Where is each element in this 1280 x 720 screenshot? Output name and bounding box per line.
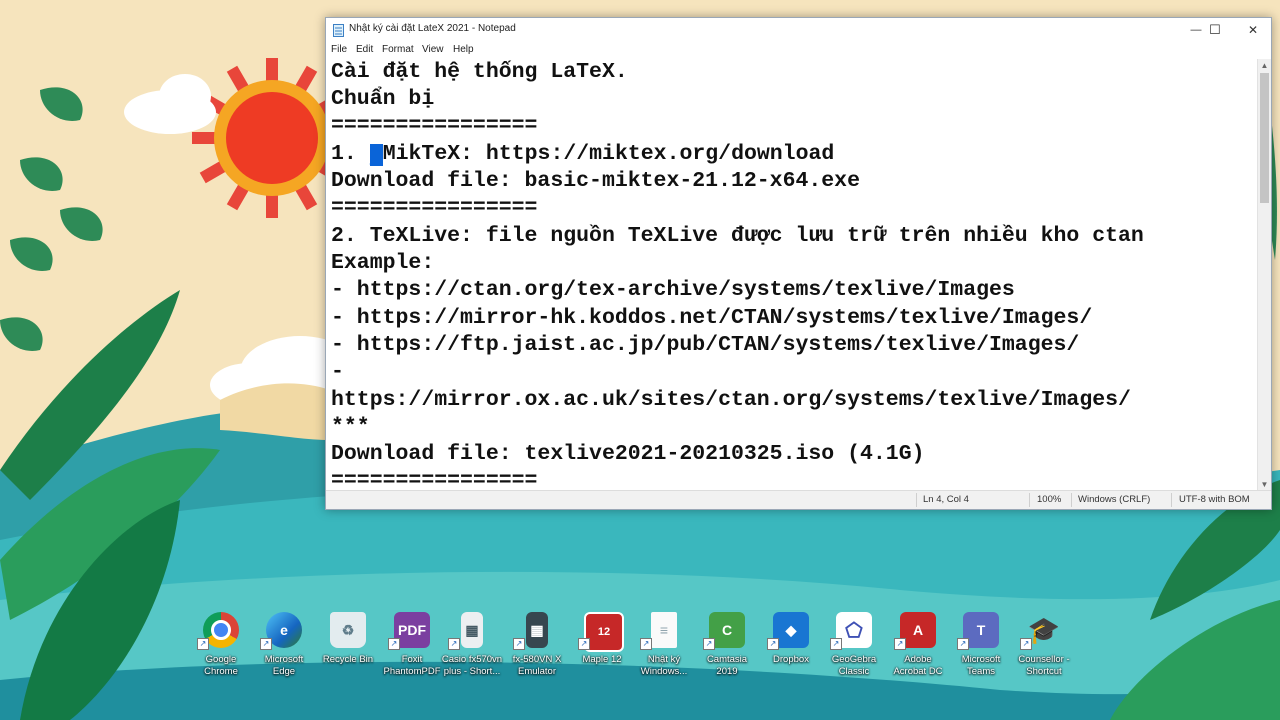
status-divider <box>1029 493 1030 507</box>
status-divider <box>916 493 917 507</box>
shortcut-arrow-icon: ↗ <box>1020 638 1032 650</box>
shortcut-arrow-icon: ↗ <box>260 638 272 650</box>
editor-line: ================ <box>331 114 538 138</box>
status-divider <box>1071 493 1072 507</box>
status-divider <box>1171 493 1172 507</box>
editor-line: - <box>331 360 344 384</box>
text-editor[interactable]: Cài đặt hệ thống LaTeX. Chuẩn bị =======… <box>326 59 1256 491</box>
notepad-icon <box>333 24 344 37</box>
desktop-icon-fx-580vn-x-emulator[interactable]: ▦ ↗ fx-580VN X Emulator <box>505 610 569 690</box>
desktop-icons: ↗ Google Chrome e ↗ Microsoft Edge ♻ Recyc… <box>197 610 1080 690</box>
text-selection: _ <box>369 144 383 169</box>
shortcut-arrow-icon: ↗ <box>703 638 715 650</box>
line-ending: Windows (CRLF) <box>1078 494 1151 505</box>
zoom-level: 100% <box>1037 494 1062 505</box>
editor-line: - https://ftp.jaist.ac.jp/pub/CTAN/syste… <box>331 333 1080 357</box>
desktop-icon-foxit-phantompdf[interactable]: PDF ↗ Foxit PhantomPDF <box>380 610 444 690</box>
desktop-icon-microsoft-teams[interactable]: T ↗ Microsoft Teams <box>949 610 1013 690</box>
editor-line: https://mirror.ox.ac.uk/sites/ctan.org/s… <box>331 388 1131 412</box>
desktop-icon-adobe-acrobat-dc[interactable]: A ↗ Adobe Acrobat DC <box>886 610 950 690</box>
recycle-bin-icon: ♻ <box>330 612 366 648</box>
desktop: Nhật ký cài đặt LateX 2021 - Notepad — ☐… <box>0 0 1280 720</box>
shortcut-arrow-icon: ↗ <box>578 638 590 650</box>
desktop-icon-recycle-bin[interactable]: ♻ Recycle Bin <box>316 610 380 690</box>
editor-line: Example: <box>331 251 435 275</box>
maximize-icon: ☐ <box>1209 22 1221 37</box>
calculator-icon: ▦ <box>526 612 548 648</box>
desktop-icon-google-chrome[interactable]: ↗ Google Chrome <box>189 610 253 690</box>
shortcut-arrow-icon: ↗ <box>767 638 779 650</box>
line-rest: MikTeX: https://miktex.org/download <box>382 142 835 166</box>
maximize-button[interactable]: ☐ <box>1196 18 1234 42</box>
close-icon: ✕ <box>1247 23 1259 37</box>
desktop-icon-counsellor[interactable]: 🎓 ↗ Counsellor - Shortcut <box>1012 610 1076 690</box>
desktop-icon-microsoft-edge[interactable]: e ↗ Microsoft Edge <box>252 610 316 690</box>
status-bar: Ln 4, Col 4 100% Windows (CRLF) UTF-8 wi… <box>326 490 1271 509</box>
editor-line: ================ <box>331 196 538 220</box>
window-title: Nhật ký cài đặt LateX 2021 - Notepad <box>349 23 516 34</box>
editor-line: 2. TeXLive: file nguồn TeXLive được lưu … <box>331 224 1144 248</box>
desktop-icon-maple-12[interactable]: 12 ↗ Maple 12 <box>570 610 634 690</box>
editor-line: 1. _MikTeX: https://miktex.org/download <box>331 141 835 169</box>
scroll-up-icon[interactable]: ▲ <box>1258 59 1271 72</box>
desktop-icon-geogebra-classic[interactable]: ⬠ ↗ GeoGebra Classic <box>822 610 886 690</box>
shortcut-arrow-icon: ↗ <box>894 638 906 650</box>
notepad-window: Nhật ký cài đặt LateX 2021 - Notepad — ☐… <box>325 17 1272 510</box>
menu-view[interactable]: View <box>422 44 444 55</box>
maple-icon: 12 <box>584 612 624 652</box>
cursor-position: Ln 4, Col 4 <box>923 494 969 505</box>
shortcut-arrow-icon: ↗ <box>830 638 842 650</box>
calculator-icon: ▦ <box>461 612 483 648</box>
line-prefix: 1. <box>331 142 370 166</box>
shortcut-arrow-icon: ↗ <box>197 638 209 650</box>
desktop-icon-dropbox[interactable]: ◆ ↗ Dropbox <box>759 610 823 690</box>
title-bar[interactable]: Nhật ký cài đặt LateX 2021 - Notepad — ☐… <box>326 18 1271 42</box>
menu-help[interactable]: Help <box>453 44 474 55</box>
shortcut-arrow-icon: ↗ <box>448 638 460 650</box>
editor-line: - https://mirror-hk.koddos.net/CTAN/syst… <box>331 306 1093 330</box>
editor-line: Cài đặt hệ thống LaTeX. <box>331 60 628 84</box>
desktop-icon-nhat-ky[interactable]: ≡ ↗ Nhật ký Windows... <box>632 610 696 690</box>
scroll-thumb[interactable] <box>1260 73 1269 203</box>
menu-file[interactable]: File <box>331 44 347 55</box>
desktop-icon-camtasia-2019[interactable]: C ↗ Camtasia 2019 <box>695 610 759 690</box>
shortcut-arrow-icon: ↗ <box>957 638 969 650</box>
editor-line: *** <box>331 415 370 439</box>
shortcut-arrow-icon: ↗ <box>513 638 525 650</box>
vertical-scrollbar[interactable]: ▲ ▼ <box>1257 59 1271 491</box>
menu-format[interactable]: Format <box>382 44 414 55</box>
menu-edit[interactable]: Edit <box>356 44 373 55</box>
editor-line: Chuẩn bị <box>331 87 435 111</box>
desktop-icon-casio-fx570vn[interactable]: ▦ ↗ Casio fx570vn plus - Short... <box>440 610 504 690</box>
editor-line: ================ <box>331 469 538 491</box>
shortcut-arrow-icon: ↗ <box>640 638 652 650</box>
shortcut-arrow-icon: ↗ <box>388 638 400 650</box>
editor-line: - https://ctan.org/tex-archive/systems/t… <box>331 278 1015 302</box>
encoding: UTF-8 with BOM <box>1179 494 1250 505</box>
close-button[interactable]: ✕ <box>1234 18 1272 42</box>
document-icon: ≡ <box>651 612 677 648</box>
editor-line: Download file: texlive2021-20210325.iso … <box>331 442 925 466</box>
menu-bar: File Edit Format View Help <box>326 42 1271 59</box>
editor-line: Download file: basic-miktex-21.12-x64.ex… <box>331 169 860 193</box>
